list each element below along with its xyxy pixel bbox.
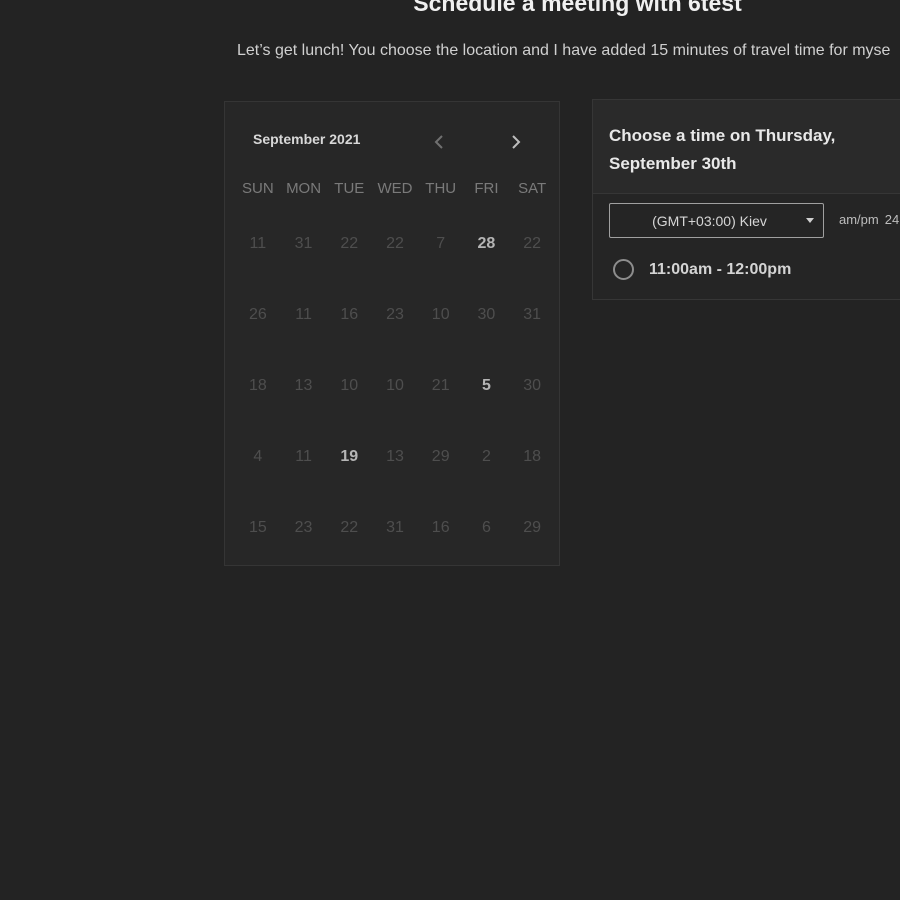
calendar-day: 10 xyxy=(386,376,404,394)
calendar-days-grid: 11 31 22 22 7 28 22 26 11 16 23 10 30 31 18 13 10 10 21 5 30… xyxy=(235,208,555,563)
weekday-header-row: SUN MON TUE WED THU FRI SAT xyxy=(235,180,555,197)
format-24h-option[interactable]: 24 xyxy=(885,212,899,227)
time-slot-option[interactable]: 11:00am - 12:00pm xyxy=(613,259,791,280)
calendar-day: 16 xyxy=(431,518,450,536)
scheduling-page: Schedule a meeting with 6test Let’s get … xyxy=(0,0,900,900)
calendar-day: 26 xyxy=(248,305,267,323)
time-panel-header: Choose a time on Thursday, September 30t… xyxy=(593,100,900,194)
calendar-day: 4 xyxy=(253,447,263,465)
calendar-day: 22 xyxy=(340,234,359,252)
calendar-day: 22 xyxy=(386,234,404,252)
calendar-day: 31 xyxy=(523,305,542,323)
calendar-day: 23 xyxy=(386,305,404,323)
calendar-day: 29 xyxy=(431,447,450,465)
radio-circle-icon xyxy=(613,259,634,280)
calendar-day: 11 xyxy=(249,234,267,252)
calendar-day: 2 xyxy=(481,447,491,465)
meeting-description: Let’s get lunch! You choose the location… xyxy=(237,42,891,59)
weekday-label: THU xyxy=(425,180,457,197)
calendar-day: 13 xyxy=(294,376,313,394)
calendar-day: 22 xyxy=(523,234,542,252)
calendar-day: 16 xyxy=(340,305,359,323)
calendar-day: 21 xyxy=(431,376,450,394)
time-slot-label: 11:00am - 12:00pm xyxy=(649,260,792,278)
format-ampm-option[interactable]: am/pm xyxy=(839,212,879,227)
calendar-day: 13 xyxy=(386,447,404,465)
weekday-label: MON xyxy=(286,180,322,197)
weekday-label: SAT xyxy=(518,180,547,197)
calendar-day: 29 xyxy=(523,518,542,536)
calendar-day: 7 xyxy=(436,234,446,252)
calendar-day: 22 xyxy=(340,518,359,536)
available-day[interactable]: 5 xyxy=(464,350,510,421)
available-day[interactable]: 28 xyxy=(464,208,510,279)
available-day[interactable]: 19 xyxy=(326,421,372,492)
page-title: Schedule a meeting with 6test xyxy=(413,0,742,16)
caret-down-icon xyxy=(797,218,823,223)
timezone-value: (GMT+03:00) Kiev xyxy=(652,212,767,229)
chevron-left-icon xyxy=(433,134,445,150)
month-label: September 2021 xyxy=(253,131,361,147)
calendar-day: 6 xyxy=(481,518,491,536)
calendar-day: 11 xyxy=(295,305,312,323)
time-format-toggle: am/pm 24 xyxy=(839,212,900,227)
next-month-button[interactable] xyxy=(502,128,530,156)
weekday-label: TUE xyxy=(334,180,365,197)
calendar-day: 11 xyxy=(295,447,312,465)
time-selection-panel: Choose a time on Thursday, September 30t… xyxy=(592,99,900,300)
calendar-day: 30 xyxy=(523,376,542,394)
weekday-label: SUN xyxy=(242,180,274,197)
time-panel-heading: Choose a time on Thursday, September 30t… xyxy=(609,126,836,173)
chevron-right-icon xyxy=(510,134,522,150)
calendar-day: 31 xyxy=(294,234,313,252)
weekday-label: WED xyxy=(377,180,413,197)
timezone-select[interactable]: (GMT+03:00) Kiev xyxy=(609,203,824,238)
calendar-day: 15 xyxy=(248,518,267,536)
weekday-label: FRI xyxy=(474,180,499,197)
calendar-day: 18 xyxy=(248,376,267,394)
calendar-day: 10 xyxy=(340,376,359,394)
calendar-day: 18 xyxy=(523,447,542,465)
calendar-day: 23 xyxy=(294,518,313,536)
calendar-day: 30 xyxy=(477,305,496,323)
calendar-panel: September 2021 SUN MON TUE WED THU FRI SAT 11 3… xyxy=(224,101,560,566)
calendar-day: 31 xyxy=(386,518,404,536)
calendar-day: 10 xyxy=(431,305,450,323)
previous-month-button[interactable] xyxy=(425,128,453,156)
